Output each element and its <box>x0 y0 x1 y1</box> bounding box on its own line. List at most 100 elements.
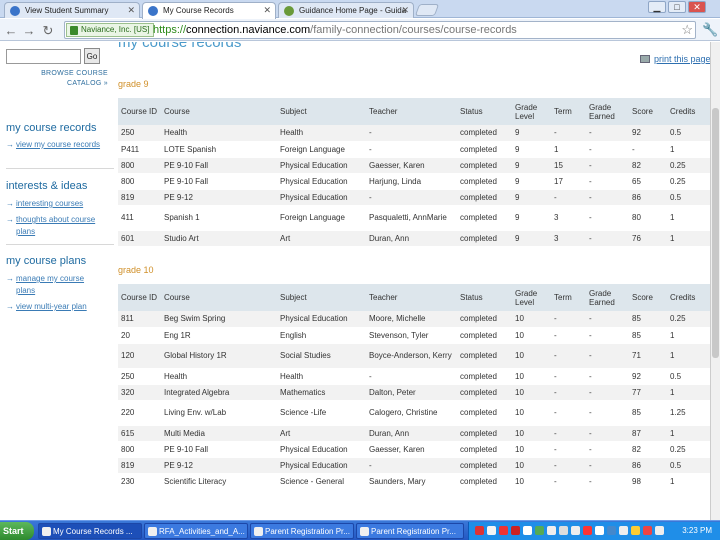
cell-grade-level: 10 <box>512 425 551 442</box>
tray-app-icon[interactable] <box>523 526 532 535</box>
minimize-button[interactable]: ▁ <box>648 1 666 13</box>
cell-grade-level: 9 <box>512 205 551 231</box>
cell-grade-earned: - <box>586 157 629 174</box>
tray-app-icon[interactable] <box>499 526 508 535</box>
taskbar-item-parent-reg-1[interactable]: Parent Registration Pr... <box>250 523 354 539</box>
course-records-table-grade-9: Course ID Course Subject Teacher Status Grade… <box>118 98 710 247</box>
cell-subject: English <box>277 327 366 344</box>
cell-grade-level: 9 <box>512 189 551 206</box>
close-tab-icon[interactable]: ✕ <box>263 5 271 16</box>
sidebar-heading-course-plans: my course plans <box>6 255 87 267</box>
cell-subject: Physical Education <box>277 189 366 206</box>
cell-grade-earned: - <box>586 343 629 369</box>
wrench-menu-icon[interactable]: 🔧 <box>702 22 718 38</box>
tray-app-icon[interactable] <box>535 526 544 535</box>
cell-status: completed <box>457 327 512 344</box>
cell-grade-earned: - <box>586 441 629 458</box>
cell-course-id: 320 <box>118 384 161 401</box>
column-header-status: Status <box>457 284 512 311</box>
close-window-button[interactable]: ✕ <box>688 1 706 13</box>
cell-course: Eng 1R <box>161 327 277 344</box>
cell-term: - <box>551 189 586 206</box>
tray-app-icon[interactable] <box>655 526 664 535</box>
tray-app-icon[interactable] <box>607 526 616 535</box>
cell-course: Integrated Algebra <box>161 384 277 401</box>
start-button[interactable]: Start <box>0 522 34 540</box>
tray-app-icon[interactable] <box>487 526 496 535</box>
cell-credits: 1 <box>667 384 710 401</box>
tray-app-icon[interactable] <box>595 526 604 535</box>
tray-app-icon[interactable] <box>571 526 580 535</box>
cell-grade-level: 10 <box>512 368 551 385</box>
address-bar[interactable]: Naviance, Inc. [US] https://connection.n… <box>64 21 696 39</box>
tray-app-icon[interactable] <box>583 526 592 535</box>
ev-certificate-badge[interactable]: Naviance, Inc. [US] <box>66 23 155 37</box>
sidebar-link-thoughts-course-plans[interactable]: → thoughts about course plans <box>6 214 106 238</box>
sidebar-heading-interests: interests & ideas <box>6 180 88 192</box>
printer-icon[interactable] <box>640 55 650 63</box>
tab-label: Guidance Home Page - Guida <box>299 6 407 15</box>
tray-app-icon[interactable] <box>511 526 520 535</box>
cell-status: completed <box>457 441 512 458</box>
taskbar-item-rfa[interactable]: RFA_Activities_and_A... <box>144 523 248 539</box>
search-input[interactable] <box>6 49 81 64</box>
sidebar-link-view-course-records[interactable]: → view my course records <box>6 139 106 151</box>
sidebar-link-manage-course-plans[interactable]: → manage my course plans <box>6 273 106 297</box>
tray-app-icon[interactable] <box>631 526 640 535</box>
cell-score: 85 <box>629 311 667 328</box>
tab-guidance-home[interactable]: Guidance Home Page - Guida ✕ <box>278 2 414 18</box>
grade-heading: grade 10 <box>118 265 154 275</box>
cell-course-id: 411 <box>118 205 161 231</box>
taskbar-item-chrome[interactable]: My Course Records ... <box>38 523 142 539</box>
cell-course: Global History 1R <box>161 343 277 369</box>
go-button[interactable]: Go <box>84 48 100 64</box>
reload-icon[interactable]: ↻ <box>41 23 55 39</box>
tray-app-icon[interactable] <box>547 526 556 535</box>
new-tab-button[interactable] <box>414 4 440 16</box>
arrow-right-icon: → <box>6 215 14 224</box>
taskbar-item-parent-reg-2[interactable]: Parent Registration Pr... <box>356 523 464 539</box>
sidebar-divider <box>6 244 114 245</box>
cell-course-id: 250 <box>118 125 161 142</box>
cell-grade-earned: - <box>586 311 629 328</box>
cell-teacher: Calogero, Christine <box>366 400 457 426</box>
cell-status: completed <box>457 230 512 247</box>
cell-teacher: Duran, Ann <box>366 425 457 442</box>
forward-arrow-icon[interactable]: → <box>22 23 36 38</box>
cell-score: 86 <box>629 189 667 206</box>
cell-grade-earned: - <box>586 173 629 190</box>
cell-subject: Foreign Language <box>277 205 366 231</box>
column-header-grade-level: Grade Level <box>512 284 551 311</box>
table-row: 819 PE 9-12 Physical Education - completed 10… <box>118 457 710 474</box>
cell-term: - <box>551 311 586 328</box>
sidebar-link-multi-year-plan[interactable]: → view multi-year plan <box>6 301 106 313</box>
back-arrow-icon[interactable]: ← <box>4 23 18 38</box>
cell-subject: Health <box>277 368 366 385</box>
cell-status: completed <box>457 173 512 190</box>
close-tab-icon[interactable]: ✕ <box>401 5 409 16</box>
tray-app-icon[interactable] <box>643 526 652 535</box>
arrow-right-icon: → <box>6 274 14 283</box>
browse-course-catalog-link[interactable]: BROWSE COURSE CATALOG » <box>20 69 108 89</box>
tab-view-student-summary[interactable]: View Student Summary ✕ <box>4 2 140 18</box>
volume-icon[interactable] <box>619 526 628 535</box>
scrollbar-thumb[interactable] <box>712 108 719 358</box>
bookmark-star-icon[interactable]: ☆ <box>681 22 693 38</box>
maximize-button[interactable]: □ <box>668 1 686 13</box>
pdf-icon[interactable] <box>475 526 484 535</box>
vertical-scrollbar[interactable] <box>710 42 720 520</box>
cell-subject: Foreign Language <box>277 141 366 158</box>
sidebar-link-interesting-courses[interactable]: → interesting courses <box>6 198 106 210</box>
tab-my-course-records[interactable]: My Course Records ✕ <box>142 2 276 19</box>
network-icon[interactable] <box>559 526 568 535</box>
cell-course: PE 9-10 Fall <box>161 157 277 174</box>
close-tab-icon[interactable]: ✕ <box>127 5 135 16</box>
course-records-table-grade-10: Course ID Course Subject Teacher Status Grade… <box>118 284 710 490</box>
cell-teacher: - <box>366 457 457 474</box>
system-tray: 3:23 PM <box>468 522 720 540</box>
cell-grade-level: 9 <box>512 157 551 174</box>
print-page-link[interactable]: print this page <box>654 54 710 64</box>
cell-status: completed <box>457 457 512 474</box>
cell-subject: Science - General <box>277 473 366 490</box>
cell-score: 85 <box>629 327 667 344</box>
